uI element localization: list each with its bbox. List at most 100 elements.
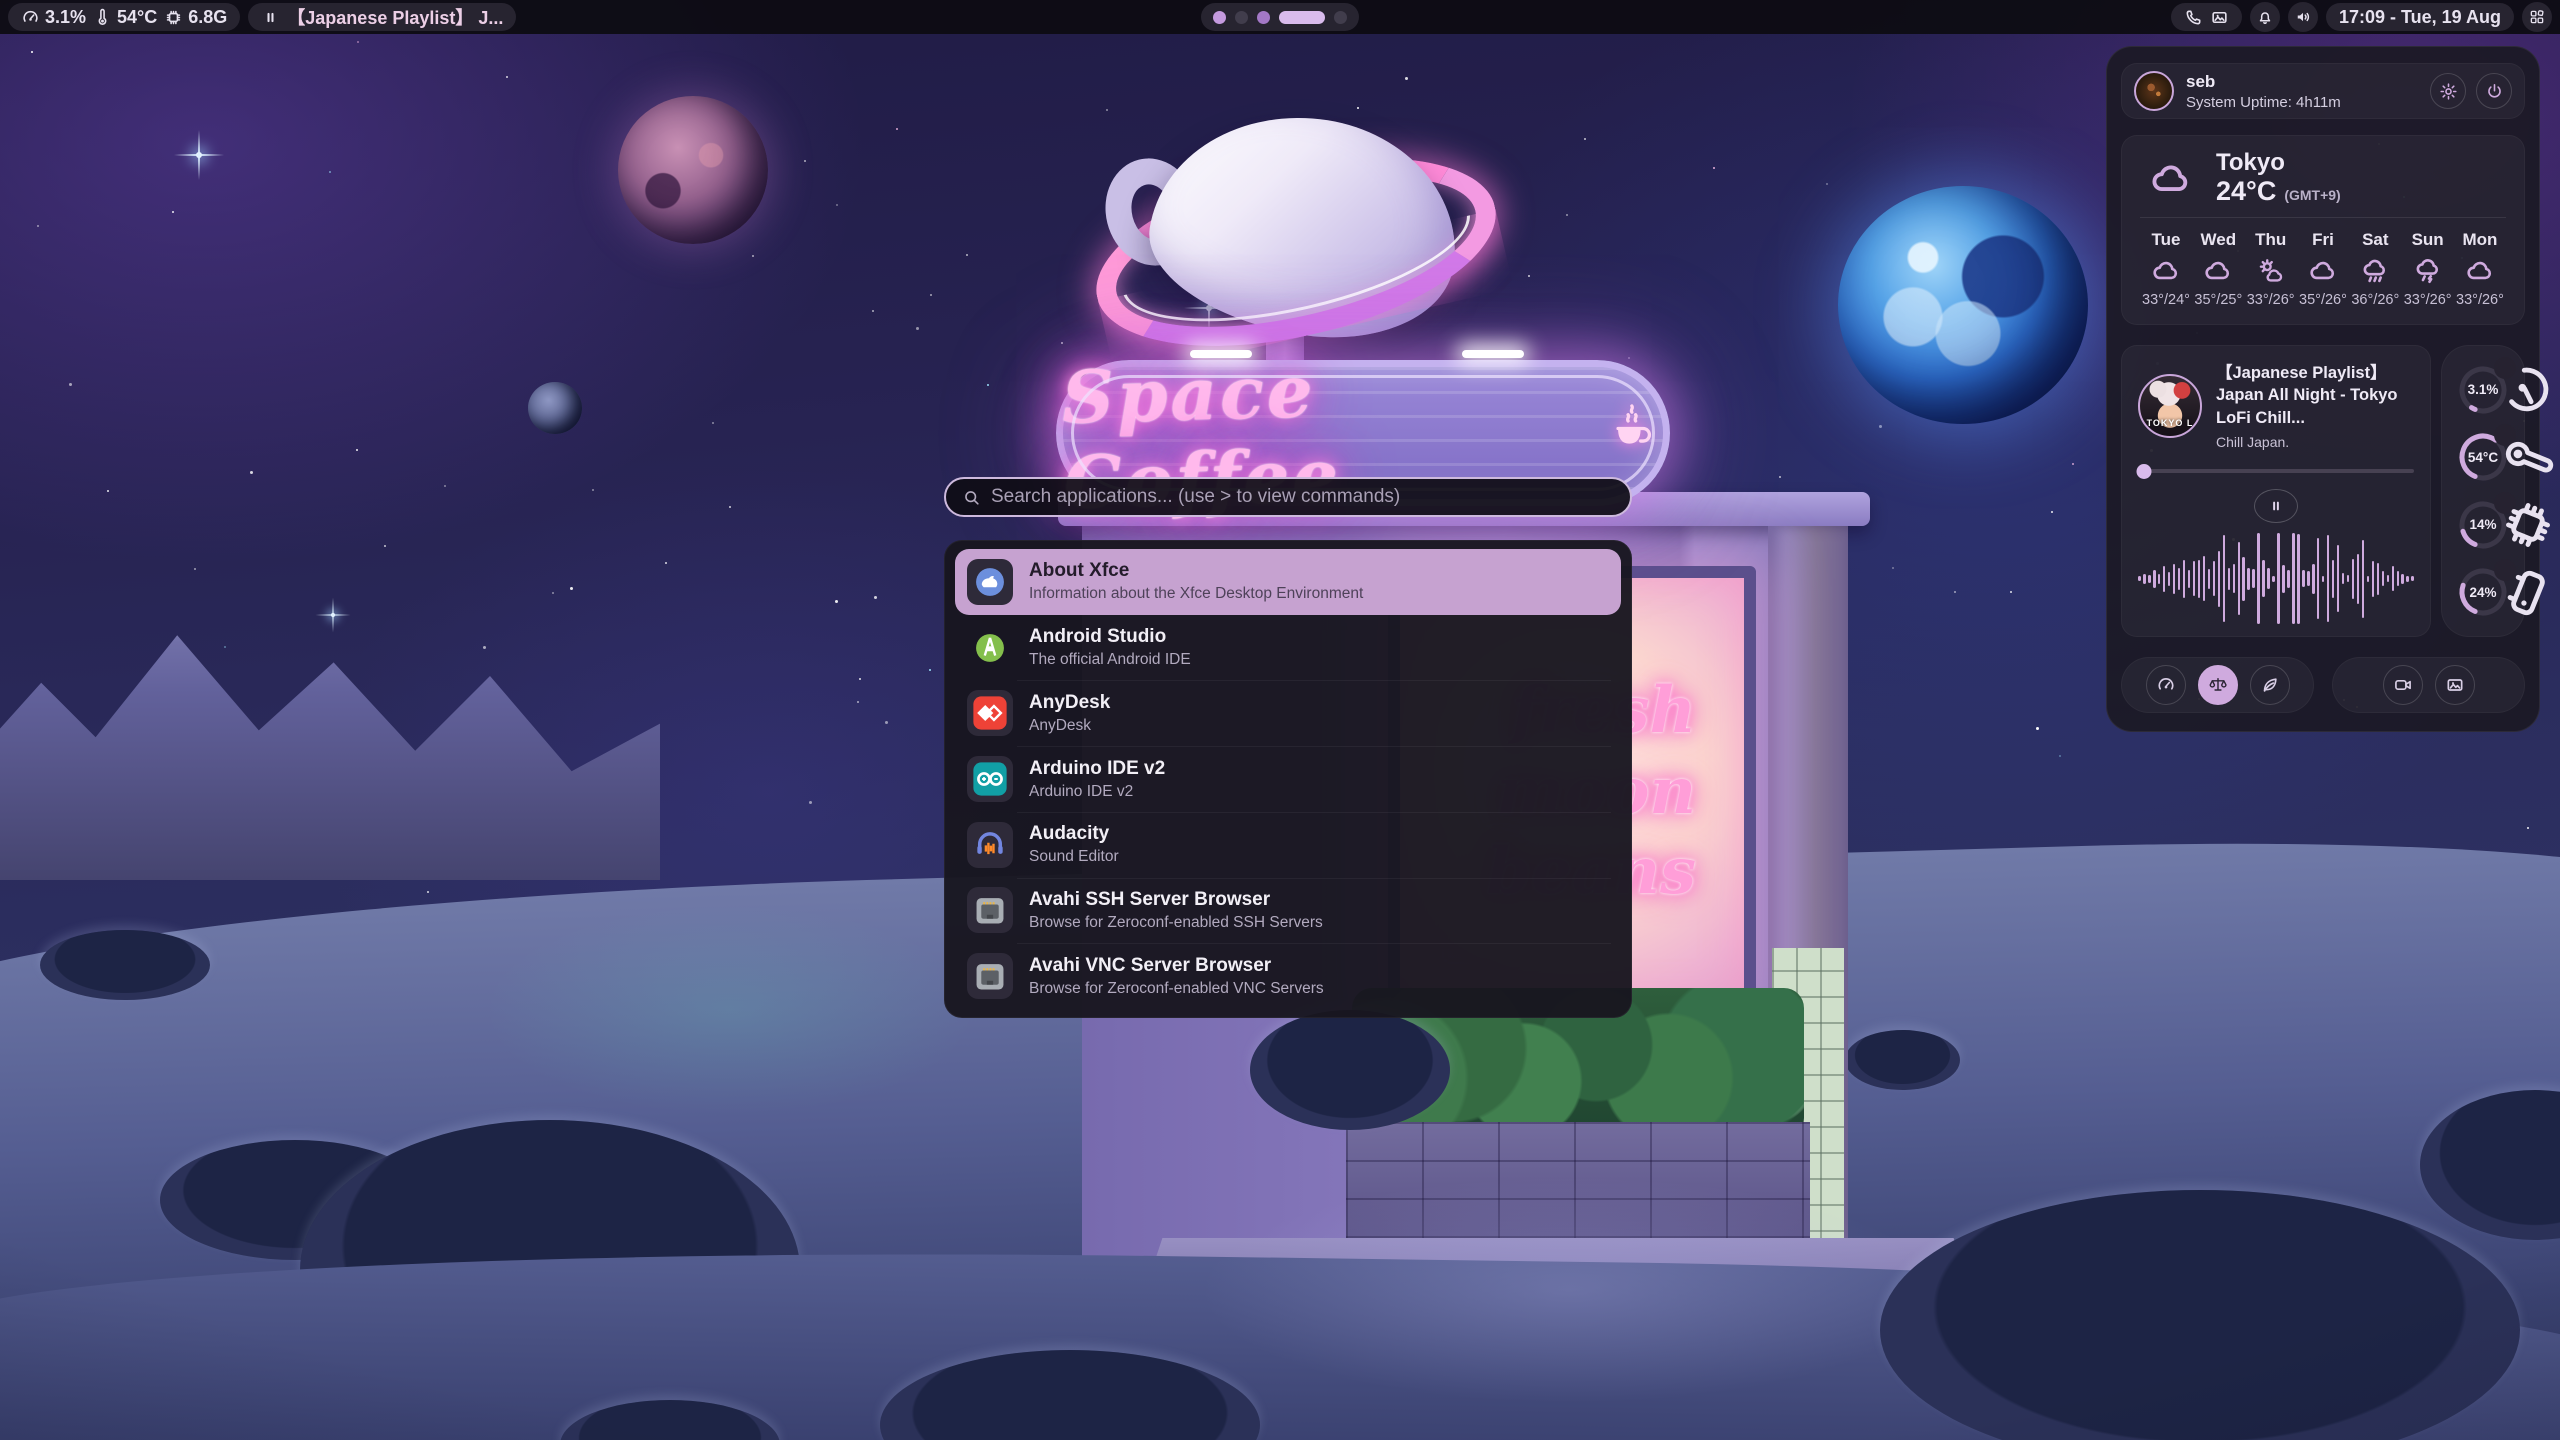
control-panel: seb System Uptime: 4h11m Tokyo 24°C xyxy=(2106,46,2540,732)
speedometer-icon xyxy=(2156,675,2176,695)
app-item-audacity[interactable]: Audacity Sound Editor xyxy=(955,812,1621,878)
stat-speedometer: 3.1% xyxy=(21,7,86,28)
seek-bar[interactable] xyxy=(2138,466,2414,477)
weather-rain-icon xyxy=(2360,256,2390,286)
videocam-icon xyxy=(2393,675,2413,695)
system-stats-pill[interactable]: 3.1%54°C6.8G xyxy=(8,3,240,31)
app-launcher-list: About XfceInformation about the Xfce Des… xyxy=(944,540,1632,1018)
leaf-icon xyxy=(2260,675,2280,695)
forecast-temps: 33°/26° xyxy=(2456,292,2504,308)
forecast-day-name: Wed xyxy=(2201,230,2237,250)
media-pill-label: 【Japanese Playlist】 J... xyxy=(287,4,503,30)
workspace-dot-1[interactable] xyxy=(1213,11,1226,24)
user-card: seb System Uptime: 4h11m xyxy=(2121,63,2525,119)
seek-knob[interactable] xyxy=(2136,464,2151,479)
search-input[interactable] xyxy=(991,486,1614,508)
pause-icon xyxy=(2267,497,2285,515)
audacity-app-icon xyxy=(967,822,1013,868)
scales-button[interactable] xyxy=(2198,665,2238,705)
tray-pill[interactable] xyxy=(2171,3,2242,31)
speedometer-icon xyxy=(2499,361,2512,374)
track-subtitle: Chill Japan. xyxy=(2216,434,2414,450)
thermometer-icon xyxy=(93,8,112,27)
stat-value: 3.1% xyxy=(45,7,86,28)
forecast-day-thu: Thu33°/26° xyxy=(2245,230,2297,308)
forecast-day-name: Tue xyxy=(2152,230,2181,250)
speedometer-icon xyxy=(21,8,40,27)
system-gauges: 3.1% 54°C 14% 24% xyxy=(2441,345,2525,637)
forecast-day-sun: Sun 33°/26° xyxy=(2402,230,2454,308)
speedometer-button[interactable] xyxy=(2146,665,2186,705)
app-description: Browse for Zeroconf-enabled VNC Servers xyxy=(1029,980,1324,998)
power-icon xyxy=(2485,82,2504,101)
weather-cloud-icon xyxy=(2151,256,2181,286)
disk-icon xyxy=(2499,564,2512,577)
avatar[interactable] xyxy=(2134,71,2174,111)
track-title: 【Japanese Playlist】 Japan All Night - To… xyxy=(2216,362,2414,429)
workspace-dot-4[interactable] xyxy=(1279,11,1325,24)
app-title: AnyDesk xyxy=(1029,692,1110,714)
app-item-avahi-ssh-server-browser[interactable]: Avahi SSH Server BrowserBrowse for Zeroc… xyxy=(955,878,1621,944)
workspace-dot-2[interactable] xyxy=(1235,11,1248,24)
forecast-temps: 33°/24° xyxy=(2142,292,2190,308)
power-button[interactable] xyxy=(2476,73,2512,109)
workspace-dot-5[interactable] xyxy=(1334,11,1347,24)
app-item-arduino-ide-v2[interactable]: Arduino IDE v2Arduino IDE v2 xyxy=(955,746,1621,812)
top-bar: 3.1%54°C6.8G 【Japanese Playlist】 J... 17… xyxy=(0,0,2560,34)
divider xyxy=(2140,217,2506,218)
picture-button[interactable] xyxy=(2435,665,2475,705)
app-description: Sound Editor xyxy=(1029,848,1119,866)
app-item-avahi-vnc-server-browser[interactable]: Avahi VNC Server Browser Browse for Zeroc… xyxy=(955,943,1621,1009)
weather-cloud-icon xyxy=(2203,256,2233,286)
app-title: Avahi VNC Server Browser xyxy=(1029,955,1324,977)
weather-cloud-icon xyxy=(2308,256,2338,286)
gauge-disk-badge xyxy=(2494,559,2516,581)
workspace-switcher[interactable] xyxy=(1201,3,1359,31)
weather-temp: 24°C xyxy=(2216,176,2276,207)
forecast-temps: 36°/26° xyxy=(2351,292,2399,308)
forecast-day-name: Sat xyxy=(2362,230,2388,250)
volume-button[interactable] xyxy=(2288,2,2318,32)
app-title: Android Studio xyxy=(1029,626,1191,648)
system-uptime: System Uptime: 4h11m xyxy=(2186,94,2341,111)
settings-button[interactable] xyxy=(2430,73,2466,109)
forecast-day-mon: Mon33°/26° xyxy=(2454,230,2506,308)
app-title: Avahi SSH Server Browser xyxy=(1029,889,1323,911)
gauge-speedometer: 3.1% xyxy=(2454,361,2512,419)
app-title: Audacity xyxy=(1029,823,1119,845)
clock-label: 17:09 - Tue, 19 Aug xyxy=(2339,7,2501,28)
gauge-chip: 14% xyxy=(2454,496,2512,554)
forecast-temps: 33°/26° xyxy=(2247,292,2295,308)
media-pill[interactable]: 【Japanese Playlist】 J... xyxy=(248,3,516,31)
gauge-disk: 24% xyxy=(2454,563,2512,621)
leaf-button[interactable] xyxy=(2250,665,2290,705)
notifications-button[interactable] xyxy=(2250,2,2280,32)
app-description: Information about the Xfce Desktop Envir… xyxy=(1029,585,1363,603)
search-icon xyxy=(962,488,981,507)
forecast-temps: 33°/26° xyxy=(2404,292,2452,308)
clock[interactable]: 17:09 - Tue, 19 Aug xyxy=(2326,3,2514,31)
cloud-icon xyxy=(2142,157,2200,201)
app-item-android-studio[interactable]: Android StudioThe official Android IDE xyxy=(955,615,1621,681)
gauge-speedometer-badge xyxy=(2494,357,2516,379)
avahi-app-icon xyxy=(967,953,1013,999)
album-art[interactable]: TOKYO L xyxy=(2138,374,2202,438)
forecast-temps: 35°/25° xyxy=(2194,292,2242,308)
phone-icon xyxy=(2184,8,2203,27)
picture-icon xyxy=(2445,675,2465,695)
apps-grid-icon xyxy=(2528,8,2546,26)
stat-thermometer: 54°C xyxy=(93,7,157,28)
app-item-anydesk[interactable]: AnyDeskAnyDesk xyxy=(955,680,1621,746)
videocam-button[interactable] xyxy=(2383,665,2423,705)
workspace-dot-3[interactable] xyxy=(1257,11,1270,24)
forecast-day-wed: Wed 35°/25° xyxy=(2192,230,2244,308)
play-pause-button[interactable] xyxy=(2254,489,2298,523)
picture-icon xyxy=(2210,8,2229,27)
gauge-thermometer: 54°C xyxy=(2454,428,2512,486)
audio-visualizer xyxy=(2138,533,2414,624)
chip-icon xyxy=(2499,496,2512,509)
app-launcher-search[interactable] xyxy=(944,477,1632,517)
forecast-day-name: Sun xyxy=(2412,230,2444,250)
app-grid-button[interactable] xyxy=(2522,2,2552,32)
app-item-about-xfce[interactable]: About XfceInformation about the Xfce Des… xyxy=(955,549,1621,615)
